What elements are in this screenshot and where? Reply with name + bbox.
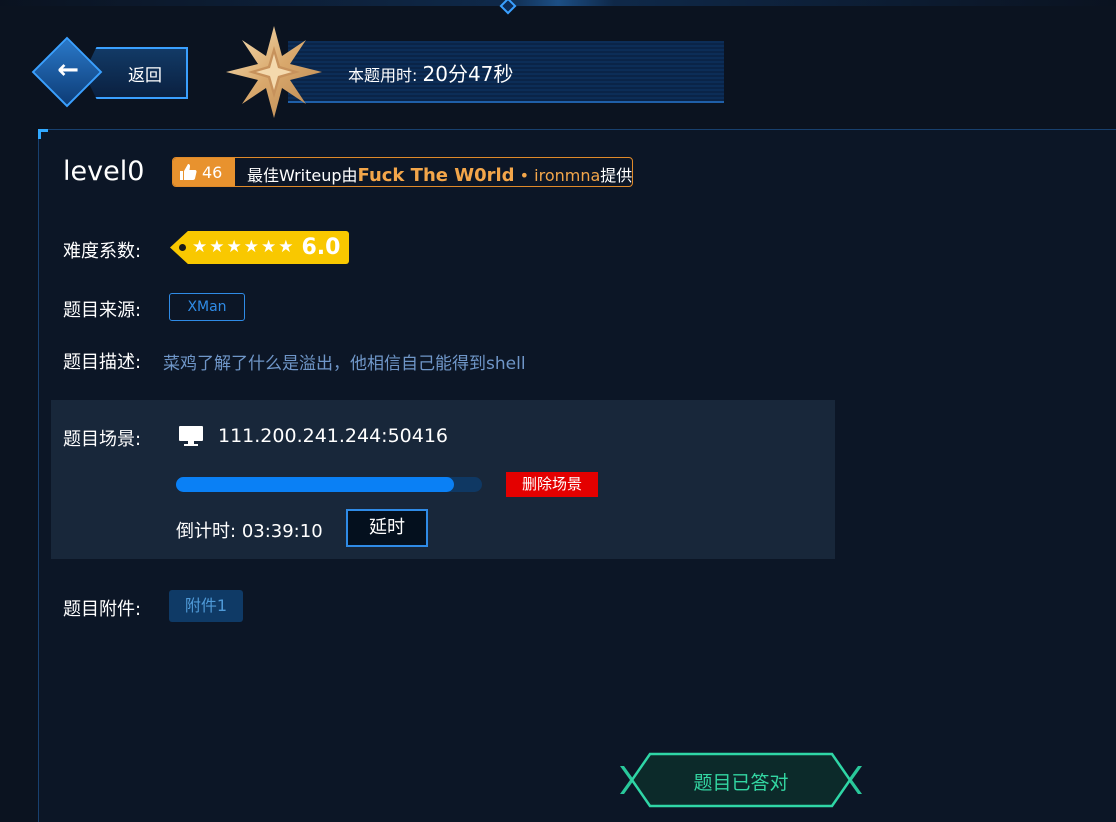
- answered-label: 题目已答对: [693, 772, 789, 794]
- thumbs-up-icon: [180, 164, 197, 180]
- monitor-icon: [179, 426, 203, 446]
- like-count: 46: [202, 162, 223, 182]
- attachment-label: 题目附件:: [63, 599, 142, 620]
- extend-button[interactable]: 延时: [346, 509, 428, 547]
- description-label: 题目描述:: [63, 352, 142, 373]
- scene-progress-fill: [176, 477, 455, 492]
- delete-scene-button[interactable]: 删除场景: [506, 472, 598, 497]
- back-button[interactable]: ← 返回: [31, 36, 188, 108]
- star-icon: ★: [278, 237, 294, 257]
- star-icon: ★: [261, 237, 277, 257]
- scene-progress-bar: [176, 477, 482, 492]
- star-icon: ★: [243, 237, 259, 257]
- countdown-label: 倒计时:: [176, 521, 237, 542]
- timer-text: 本题用时: 20分47秒: [348, 58, 513, 87]
- description-text: 菜鸡了解了什么是溢出，他相信自己能得到shell: [163, 354, 526, 374]
- tag-hole: [179, 244, 186, 251]
- writeup-suffix: 提供: [600, 166, 633, 185]
- source-label: 题目来源:: [63, 300, 142, 321]
- writeup-team[interactable]: Fuck The W0rld: [358, 165, 515, 186]
- difficulty-label: 难度系数:: [63, 241, 142, 262]
- challenge-title: level0: [63, 156, 145, 187]
- timer-value: 20分47秒: [422, 62, 514, 86]
- writeup-text: 最佳Writeup由Fuck The W0rld • ironmna提供: [247, 162, 632, 186]
- back-button-label: 返回: [128, 66, 162, 86]
- scene-address[interactable]: 111.200.241.244:50416: [218, 425, 448, 447]
- like-count-box[interactable]: 46: [173, 158, 235, 186]
- star-icon: ★: [192, 237, 208, 257]
- writeup-prefix: 最佳Writeup由: [247, 166, 358, 185]
- writeup-separator: •: [514, 166, 535, 185]
- star-icon: ★: [209, 237, 225, 257]
- panel-corner-ornament: [38, 129, 48, 139]
- countdown: 倒计时: 03:39:10: [176, 517, 323, 543]
- difficulty-score: 6.0: [301, 235, 341, 260]
- source-tag[interactable]: XMan: [169, 293, 245, 321]
- countdown-value: 03:39:10: [241, 521, 323, 542]
- best-writeup-badge[interactable]: 46 最佳Writeup由Fuck The W0rld • ironmna提供: [172, 157, 633, 187]
- top-decoration-line: [0, 0, 1116, 6]
- star-icon: ★: [226, 237, 242, 257]
- difficulty-tag: ★ ★ ★ ★ ★ ★ 6.0: [170, 231, 349, 264]
- timer-label: 本题用时:: [348, 66, 418, 85]
- attachment-button[interactable]: 附件1: [169, 590, 243, 622]
- scene-label: 题目场景:: [63, 429, 142, 450]
- arrow-left-icon: ←: [57, 55, 79, 85]
- star-badge-icon: [226, 26, 322, 118]
- writeup-user[interactable]: ironmna: [534, 166, 600, 185]
